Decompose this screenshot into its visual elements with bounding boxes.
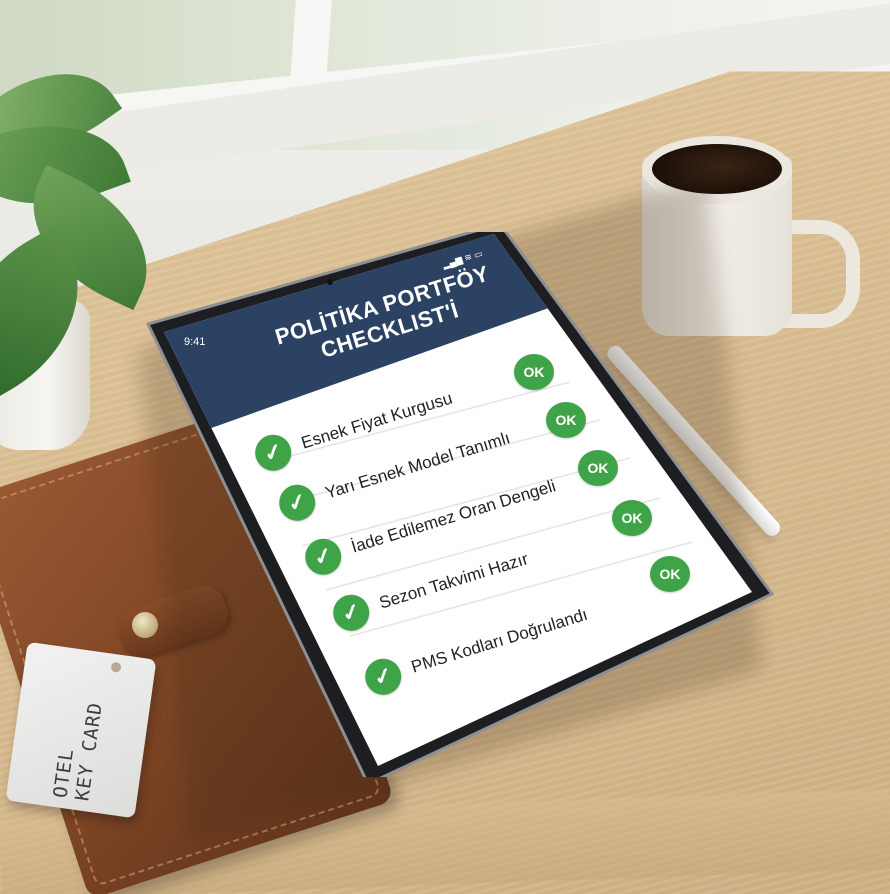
key-card-text: OTEL KEY CARD <box>13 672 149 808</box>
ok-badge[interactable]: OK <box>546 402 586 438</box>
tablet: 9:41 ▂▄▆ ≋ ▭ POLİTİKA PORTFÖY CHECKLIST'… <box>140 232 780 777</box>
ok-badge[interactable]: OK <box>514 354 554 390</box>
hotel-key-card: OTEL KEY CARD <box>5 641 157 819</box>
mug-handle <box>782 220 860 328</box>
ok-badge[interactable]: OK <box>612 500 652 536</box>
desk-scene: OTEL KEY CARD 9:41 ▂▄▆ ≋ ▭ POLİTİKA PORT… <box>0 0 890 894</box>
front-camera <box>327 279 333 285</box>
ok-badge[interactable]: OK <box>650 556 690 592</box>
status-time: 9:41 <box>184 336 206 348</box>
ok-badge[interactable]: OK <box>578 450 618 486</box>
key-card-hole <box>110 661 122 673</box>
